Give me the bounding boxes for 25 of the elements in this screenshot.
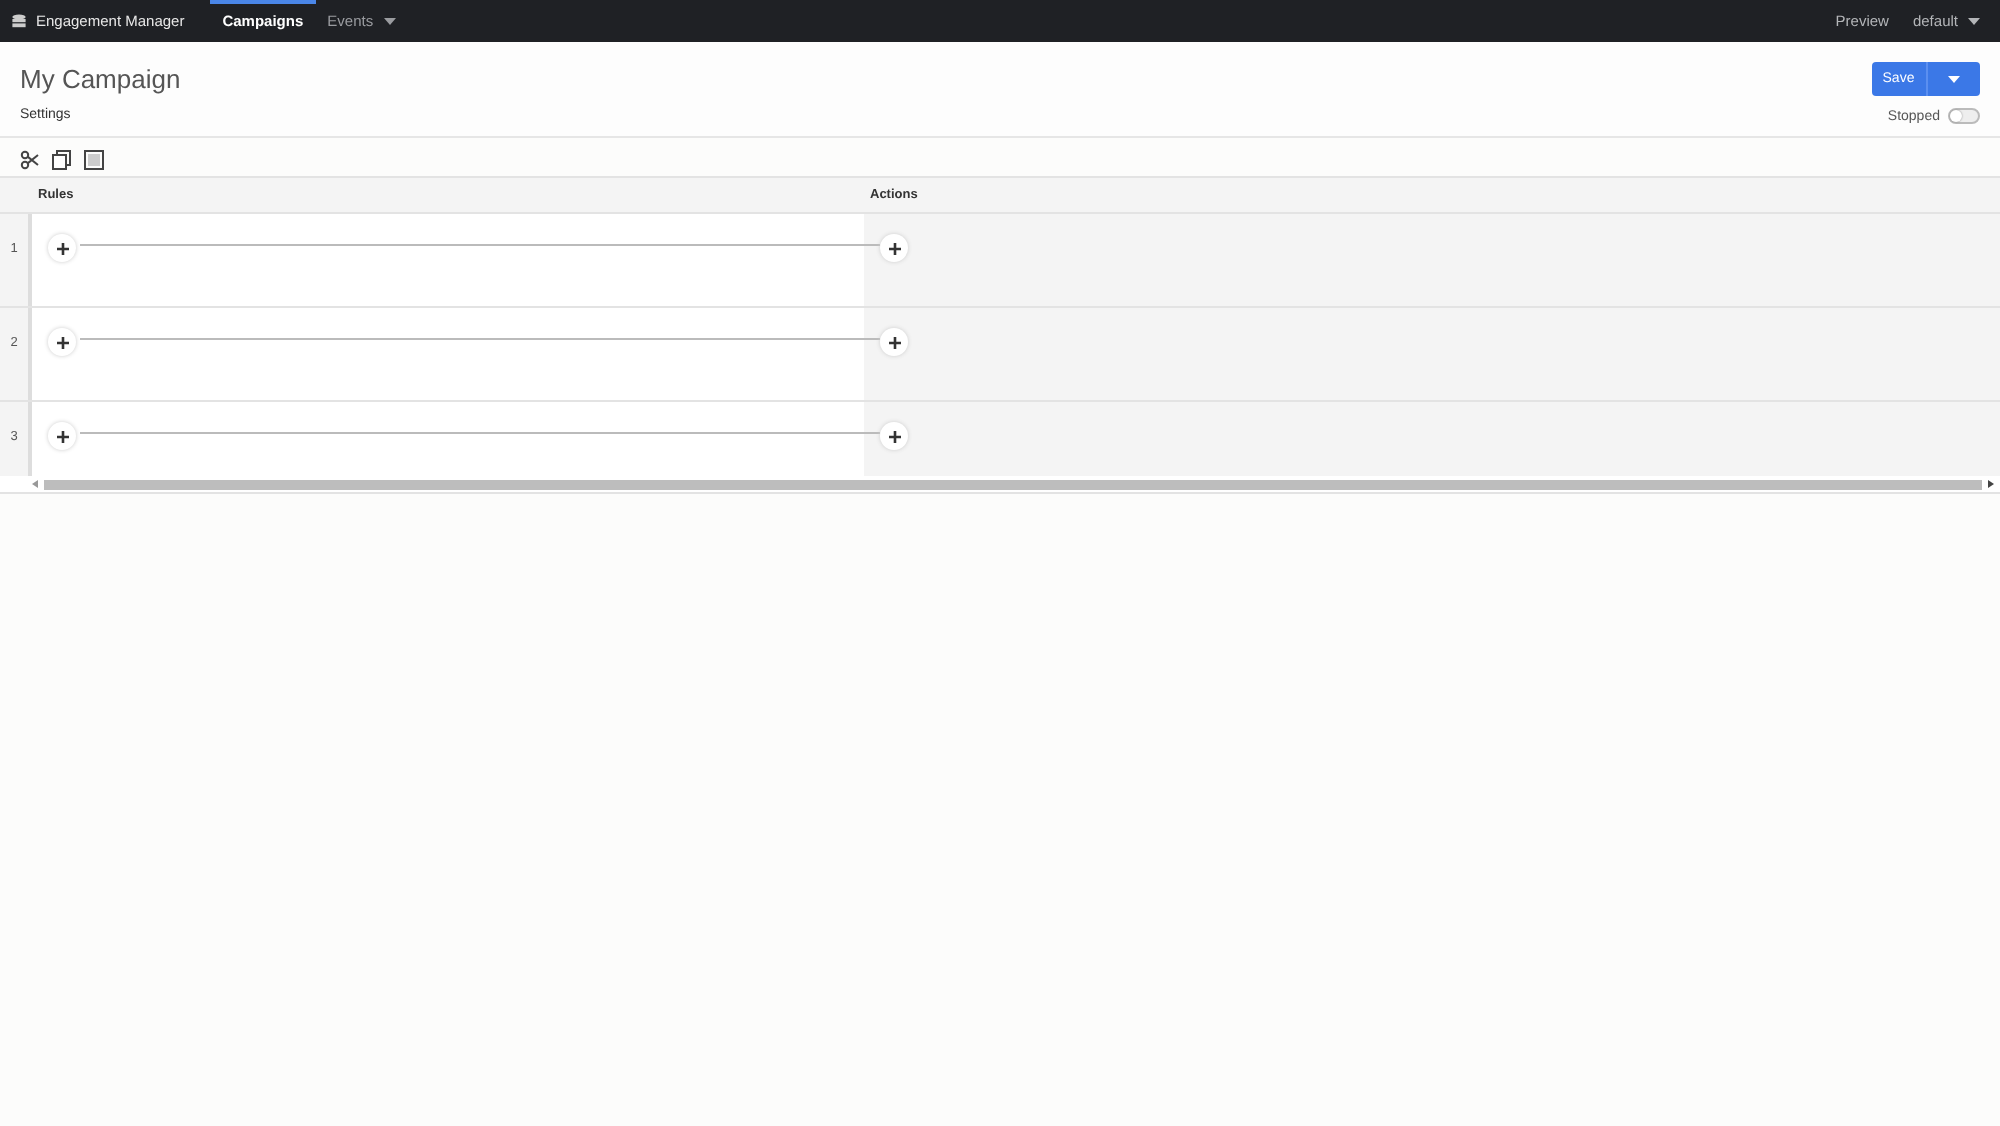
scroll-right-arrow[interactable]: [1988, 480, 1994, 488]
paste-button[interactable]: [84, 150, 104, 170]
add-action-button[interactable]: [880, 422, 908, 450]
add-action-button[interactable]: [880, 328, 908, 356]
scrollbar-thumb[interactable]: [44, 479, 1982, 489]
plus-icon: [55, 241, 69, 255]
campaign-title: My Campaign: [20, 64, 181, 94]
copy-icon: [52, 150, 72, 170]
plus-icon: [887, 241, 901, 255]
add-rule-button[interactable]: [48, 328, 76, 356]
add-rule-button[interactable]: [48, 234, 76, 262]
plus-icon: [55, 335, 69, 349]
scissors-icon: [20, 150, 40, 170]
plus-icon: [887, 429, 901, 443]
copy-button[interactable]: [52, 150, 72, 170]
status-toggle[interactable]: [1948, 108, 1980, 124]
plus-icon: [887, 335, 901, 349]
cut-button[interactable]: [20, 150, 40, 170]
add-action-button[interactable]: [880, 234, 908, 262]
scroll-left-arrow[interactable]: [32, 480, 38, 488]
add-rule-button[interactable]: [48, 422, 76, 450]
caret-icon: [1947, 75, 1960, 83]
plus-icon: [55, 429, 69, 443]
database-icon: [12, 14, 26, 28]
square-icon: [84, 150, 104, 170]
